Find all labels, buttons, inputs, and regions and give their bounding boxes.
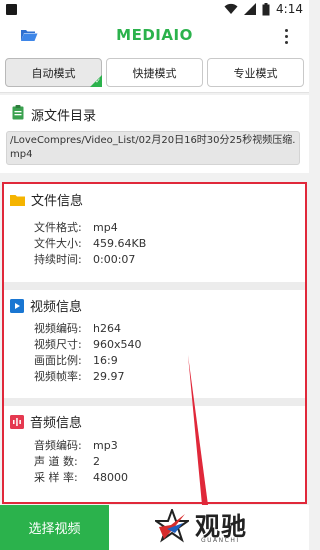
- tab-label: 快捷模式: [132, 66, 177, 80]
- folder-icon: [10, 194, 25, 206]
- notification-icon: [6, 4, 17, 15]
- more-options-icon[interactable]: [285, 29, 289, 47]
- audio-info-card: 音频信息 音频编码: mp3 声 道 数: 2 采 样 率: 48000: [4, 406, 305, 502]
- info-row: 文件大小: 459.64KB: [34, 237, 147, 250]
- info-row: 文件格式: mp4: [34, 221, 118, 234]
- battery-icon: [262, 2, 270, 15]
- audio-info-title: 音频信息: [30, 416, 83, 431]
- tab-quick-mode[interactable]: 快捷模式: [106, 58, 203, 87]
- source-path-field[interactable]: /LoveCompres/Video_List/02月20日16时30分25秒视…: [6, 131, 300, 165]
- video-info-title: 视频信息: [30, 300, 83, 315]
- bottom-bar: 选择视频 观驰 GUANCHI: [0, 505, 309, 550]
- info-row: 视频尺寸: 960x540: [34, 338, 142, 351]
- info-row: 持续时间: 0:00:07: [34, 253, 136, 266]
- tab-auto-mode[interactable]: 自动模式 ✓: [5, 58, 102, 87]
- video-icon: [10, 298, 24, 313]
- watermark-subtext: GUANCHI: [201, 537, 240, 544]
- check-icon: ✓: [95, 77, 101, 85]
- info-row: 画面比例: 16:9: [34, 354, 118, 367]
- clipboard-icon: [12, 105, 24, 120]
- status-bar: 4:14: [0, 0, 309, 20]
- file-info-card: 文件信息 文件格式: mp4 文件大小: 459.64KB 持续时间: 0:00:07: [4, 184, 305, 282]
- info-row: 声 道 数: 2: [34, 455, 100, 468]
- video-info-card: 视频信息 视频编码: h264 视频尺寸: 960x540 画面比例: 16:9 视频…: [4, 290, 305, 398]
- info-row: 视频编码: h264: [34, 322, 121, 335]
- watermark-logo: 观驰 GUANCHI: [155, 507, 309, 550]
- status-time: 4:14: [276, 2, 303, 16]
- app-bar: MEDIAIO: [0, 20, 309, 53]
- wifi-icon: [224, 3, 238, 15]
- tab-label: 专业模式: [233, 66, 278, 80]
- file-info-title: 文件信息: [31, 194, 84, 209]
- source-label: 源文件目录: [31, 109, 97, 124]
- annotation-tail: [188, 355, 208, 505]
- source-section: 源文件目录 /LoveCompres/Video_List/02月20日16时3…: [0, 95, 309, 173]
- mode-tabs: 自动模式 ✓ 快捷模式 专业模式: [0, 53, 309, 93]
- signal-icon: [244, 3, 257, 15]
- section-divider: [4, 282, 305, 290]
- app-title: MEDIAIO: [116, 26, 193, 44]
- tab-pro-mode[interactable]: 专业模式: [207, 58, 304, 87]
- star-logo-icon: [155, 509, 189, 543]
- audio-icon: [10, 414, 24, 429]
- tab-label: 自动模式: [31, 66, 76, 80]
- section-divider: [4, 398, 305, 406]
- info-row: 采 样 率: 48000: [34, 471, 128, 484]
- info-row: 视频帧率: 29.97: [34, 370, 125, 383]
- select-video-button[interactable]: 选择视频: [0, 505, 109, 550]
- info-row: 音频编码: mp3: [34, 439, 118, 452]
